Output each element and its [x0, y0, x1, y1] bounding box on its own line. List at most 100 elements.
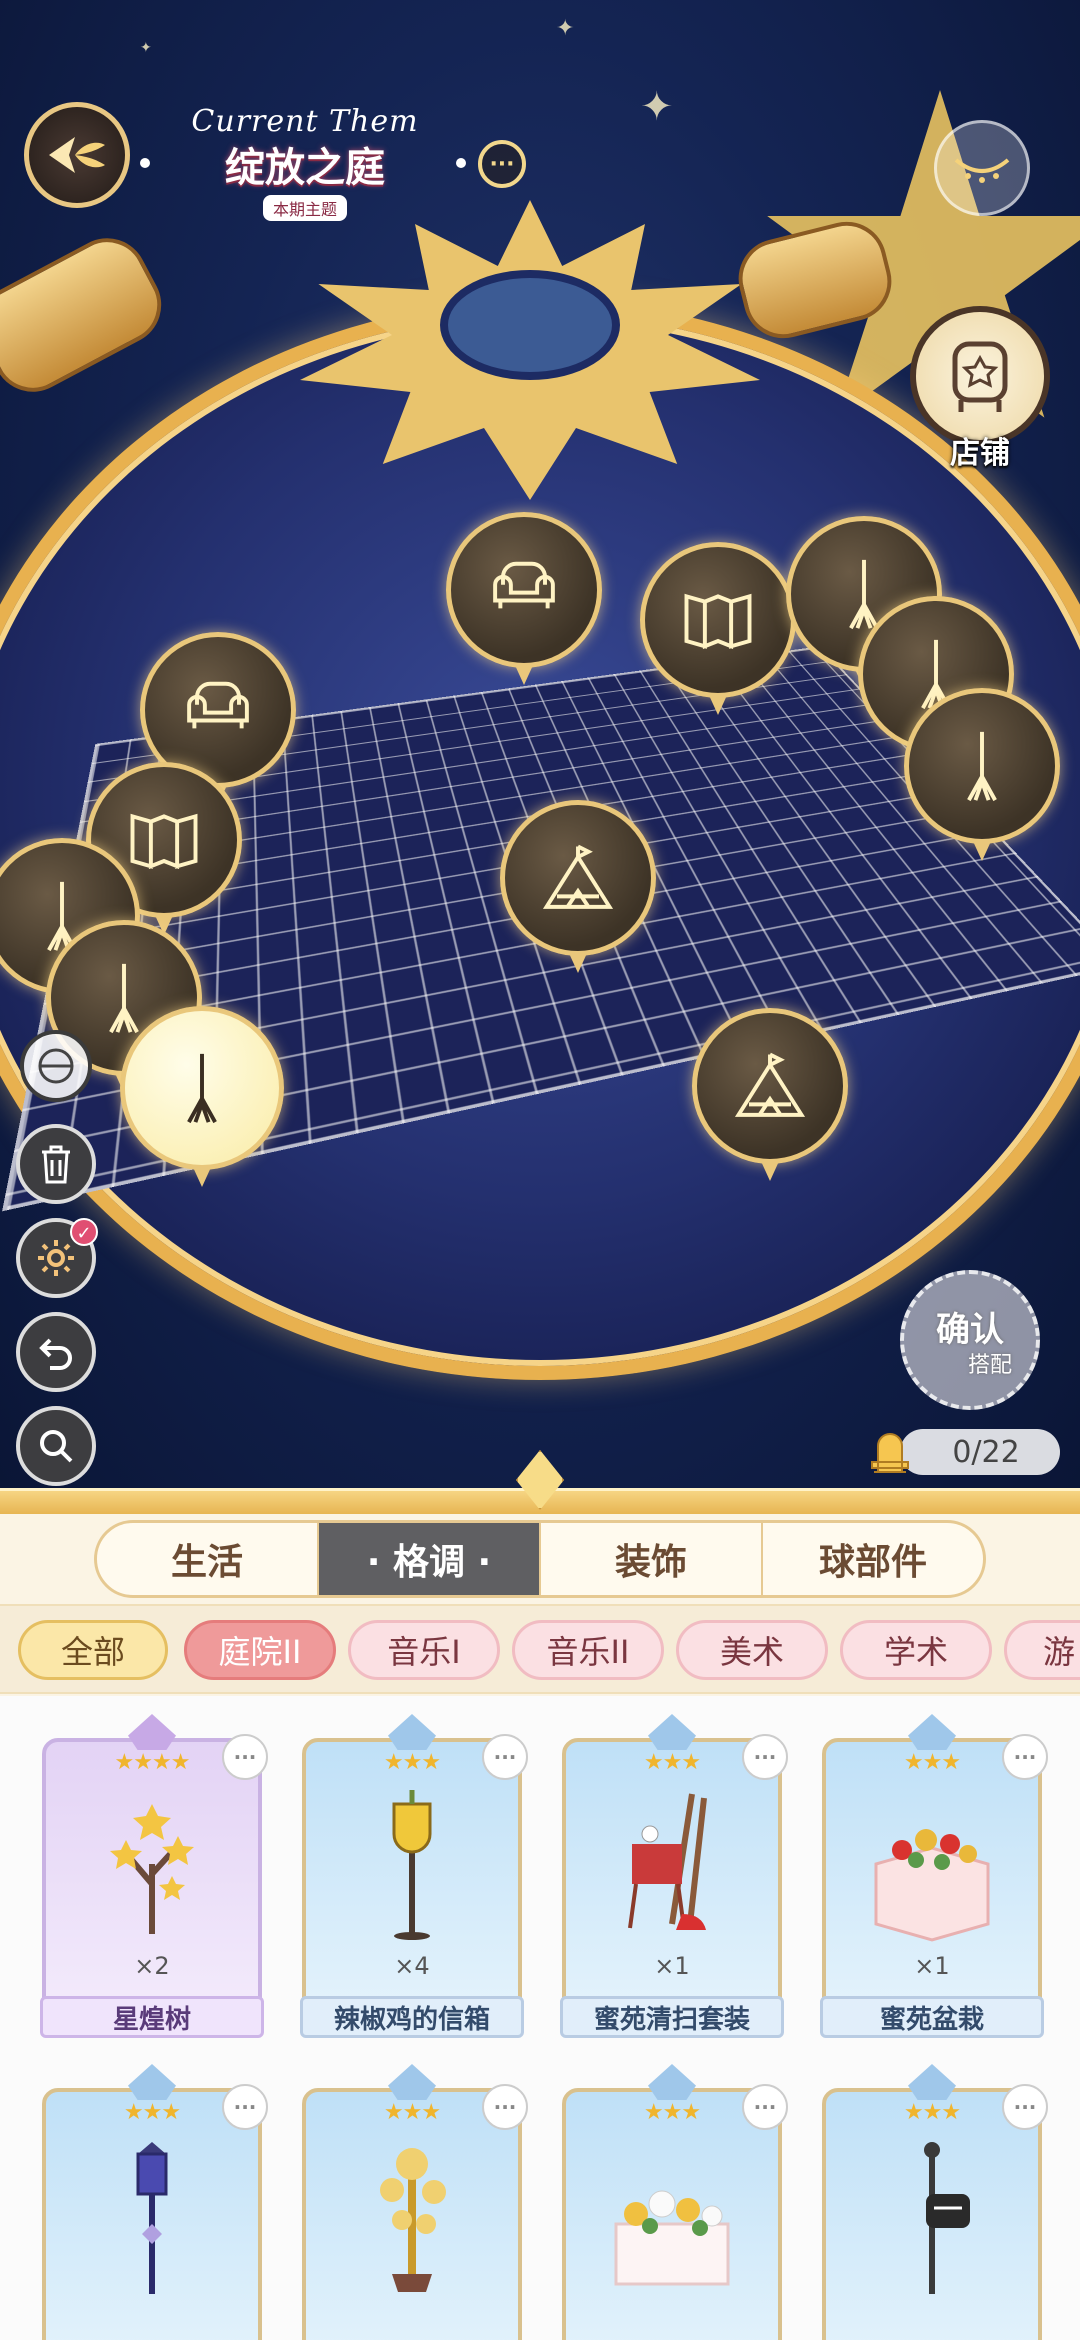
tab-life[interactable]: 生活 [97, 1523, 319, 1595]
filter-all[interactable]: 全部 [18, 1620, 168, 1680]
item-card[interactable]: ★★★★ ··· ×2 星煌树 [42, 1714, 262, 2032]
zoom-button[interactable] [16, 1406, 96, 1486]
card-crest [128, 2064, 176, 2100]
shop-button[interactable]: 店铺 [906, 306, 1054, 466]
lamp-post-icon [82, 2134, 222, 2294]
throne-icon [864, 1426, 916, 1478]
view-toggle-button[interactable] [934, 120, 1030, 216]
theme-subtitle: 本期主题 [263, 195, 347, 221]
item-card[interactable]: ★★★ ··· [822, 2064, 1042, 2340]
item-card[interactable]: ★★★ ··· [302, 2064, 522, 2340]
sparkle-icon: ✦ [640, 84, 674, 130]
placed-tent-marker[interactable] [692, 1008, 848, 1164]
sun-core-ornament [440, 270, 620, 380]
filter-bar[interactable]: 全部 庭院II 音乐I 音乐II 美术 学术 游 [0, 1604, 1080, 1694]
item-more-button[interactable]: ··· [1002, 1734, 1048, 1780]
item-card[interactable]: ★★★ ··· [562, 2064, 782, 2340]
placed-tent-marker[interactable] [500, 800, 656, 956]
item-more-button[interactable]: ··· [1002, 2084, 1048, 2130]
placed-broom-marker[interactable] [904, 688, 1060, 844]
selected-broom-marker[interactable] [120, 1006, 284, 1170]
filter-courtyard-2[interactable]: 庭院II [184, 1620, 336, 1680]
back-arrow-icon [45, 131, 109, 179]
item-name: 蜜苑盆栽 [820, 1996, 1044, 2038]
hide-ui-button[interactable] [20, 1030, 92, 1102]
tent-icon [728, 1044, 812, 1128]
back-button[interactable] [24, 102, 130, 208]
item-card[interactable]: ★★★ ··· ×1 蜜苑盆栽 [822, 1714, 1042, 2032]
item-grid: ★★★★ ··· ×2 星煌树 ★★★ ··· ×4 辣椒鸡的信箱 ★★★ ··… [0, 1696, 1080, 2340]
garden-scene[interactable]: ✦ ✦ ✦ ✦ Curren [0, 0, 1080, 1520]
item-card[interactable]: ★★★ ··· [42, 2064, 262, 2340]
undo-icon [36, 1332, 76, 1372]
theme-english-title: Current Them [160, 104, 450, 139]
zoom-icon [36, 1426, 76, 1466]
filter-art[interactable]: 美术 [676, 1620, 828, 1680]
ellipsis-icon: ··· [489, 152, 514, 177]
category-tabs: 生活 · 格调 · 装饰 球部件 [94, 1520, 986, 1598]
filter-play[interactable]: 游 [1004, 1620, 1080, 1680]
placed-screen-marker[interactable] [640, 542, 796, 698]
filter-music-1[interactable]: 音乐I [348, 1620, 500, 1680]
theme-title: 绽放之庭 [160, 135, 450, 193]
hide-icon [36, 1046, 76, 1086]
shop-icon-circle [910, 306, 1050, 446]
flower-box-icon [602, 2134, 742, 2294]
tab-globe-parts[interactable]: 球部件 [763, 1523, 983, 1595]
item-more-button[interactable]: ··· [482, 2084, 528, 2130]
item-quantity: ×1 [562, 1952, 782, 1980]
theme-more-button[interactable]: ··· [478, 140, 526, 188]
shop-sign-icon [945, 336, 1015, 416]
divider-dot [456, 158, 466, 168]
divider-dot [140, 158, 150, 168]
filter-music-2[interactable]: 音乐II [512, 1620, 664, 1680]
planter-icon [862, 1784, 1002, 1944]
card-crest [128, 1714, 176, 1750]
shop-label: 店铺 [906, 428, 1054, 472]
sparkle-icon: ✦ [140, 40, 152, 56]
screen-icon [676, 578, 760, 662]
tent-icon [536, 836, 620, 920]
check-badge-icon: ✓ [70, 1218, 98, 1246]
card-crest [388, 1714, 436, 1750]
broom-icon [940, 724, 1024, 808]
confirm-arrangement-button[interactable]: 确认 搭配 [900, 1270, 1040, 1410]
sofa-icon [482, 548, 566, 632]
item-more-button[interactable]: ··· [742, 1734, 788, 1780]
placed-sofa-marker[interactable] [446, 512, 602, 668]
item-more-button[interactable]: ··· [222, 2084, 268, 2130]
item-more-button[interactable]: ··· [222, 1734, 268, 1780]
broom-icon [160, 1046, 244, 1130]
tab-decoration[interactable]: 装饰 [541, 1523, 763, 1595]
item-more-button[interactable]: ··· [742, 2084, 788, 2130]
item-card[interactable]: ★★★ ··· ×1 蜜苑清扫套装 [562, 1714, 782, 2032]
item-quantity: ×4 [302, 1952, 522, 1980]
card-crest [388, 2064, 436, 2100]
confirm-sublabel: 搭配 [968, 1347, 1012, 1379]
telescope-left [0, 224, 175, 406]
card-crest [648, 1714, 696, 1750]
item-quantity: ×1 [822, 1952, 1042, 1980]
golden-tree-icon [342, 2134, 482, 2294]
tab-style[interactable]: · 格调 · [319, 1523, 541, 1595]
filter-academic[interactable]: 学术 [840, 1620, 992, 1680]
confirm-label: 确认 [936, 1302, 1004, 1351]
item-more-button[interactable]: ··· [482, 1734, 528, 1780]
mailbox-icon [342, 1784, 482, 1944]
item-quantity: ×2 [42, 1952, 262, 1980]
undo-button[interactable] [16, 1312, 96, 1392]
sparkle-icon: ✦ [556, 16, 574, 41]
card-crest [648, 2064, 696, 2100]
card-crest [908, 1714, 956, 1750]
cleaning-set-icon [602, 1784, 742, 1944]
star-tree-icon [82, 1784, 222, 1944]
delete-button[interactable] [16, 1124, 96, 1204]
item-name: 蜜苑清扫套装 [560, 1996, 784, 2038]
sofa-icon [176, 668, 260, 752]
settings-button[interactable]: ✓ [16, 1218, 96, 1298]
post-mailbox-icon [862, 2134, 1002, 2294]
eye-closed-icon [952, 148, 1012, 188]
item-card[interactable]: ★★★ ··· ×4 辣椒鸡的信箱 [302, 1714, 522, 2032]
screen-icon [122, 798, 206, 882]
item-name: 辣椒鸡的信箱 [300, 1996, 524, 2038]
